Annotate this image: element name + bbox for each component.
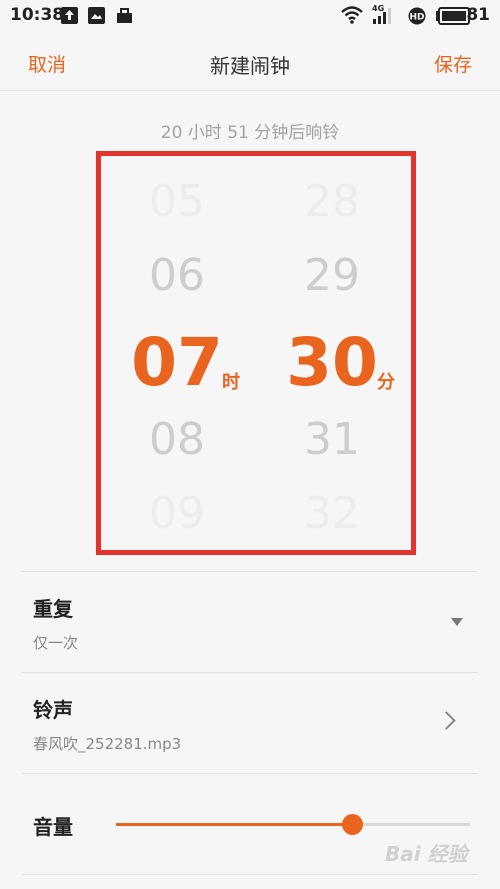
- minute-selected[interactable]: 30: [272, 324, 392, 401]
- header: 取消 新建闹钟 保存: [0, 32, 500, 90]
- svg-text:HD: HD: [409, 13, 424, 23]
- countdown-text: 20 小时 51 分钟后响铃: [160, 123, 340, 143]
- wifi-icon: [341, 6, 363, 24]
- status-bar: 10:38 4G HD 81: [0, 0, 500, 32]
- image-icon: [88, 7, 105, 24]
- ringtone-value: 春风吹_252281.mp3: [33, 735, 182, 753]
- minute-option[interactable]: 32: [272, 488, 392, 539]
- list-divider: [22, 571, 478, 572]
- bag-icon: [117, 8, 132, 23]
- battery-icon: [436, 7, 470, 25]
- minute-option[interactable]: 29: [272, 250, 392, 301]
- hour-option[interactable]: 05: [117, 176, 237, 227]
- volume-slider-thumb[interactable]: [342, 814, 363, 835]
- hour-option[interactable]: 06: [117, 250, 237, 301]
- save-button[interactable]: 保存: [434, 50, 472, 77]
- list-divider: [22, 672, 478, 673]
- repeat-value: 仅一次: [33, 634, 79, 652]
- dropdown-arrow-icon[interactable]: [451, 618, 463, 626]
- chevron-right-icon[interactable]: [437, 711, 456, 730]
- upload-icon: [61, 7, 78, 24]
- header-divider: [0, 90, 500, 91]
- volume-label: 音量: [33, 815, 73, 839]
- hour-option[interactable]: 09: [117, 488, 237, 539]
- watermark: Bai 经验: [385, 842, 468, 866]
- hd-icon: HD: [408, 7, 426, 25]
- ringtone-label: 铃声: [33, 698, 73, 722]
- hour-selected[interactable]: 07: [117, 324, 237, 401]
- page-title: 新建闹钟: [210, 54, 290, 78]
- minute-option[interactable]: 28: [272, 176, 392, 227]
- list-divider: [22, 874, 478, 875]
- volume-slider-fill[interactable]: [116, 823, 352, 826]
- repeat-label: 重复: [33, 597, 73, 621]
- signal-icon: [373, 8, 391, 24]
- volume-slider-track[interactable]: [352, 823, 470, 826]
- minute-unit-label: 分: [377, 372, 395, 393]
- status-time: 10:38: [10, 5, 65, 25]
- time-picker[interactable]: 05 06 07 08 09 时 28 29 30 31 32 分: [96, 151, 416, 555]
- list-divider: [22, 773, 478, 774]
- battery-percent: 81: [466, 5, 490, 25]
- hour-option[interactable]: 08: [117, 414, 237, 465]
- minute-option[interactable]: 31: [272, 414, 392, 465]
- hour-unit-label: 时: [222, 372, 240, 393]
